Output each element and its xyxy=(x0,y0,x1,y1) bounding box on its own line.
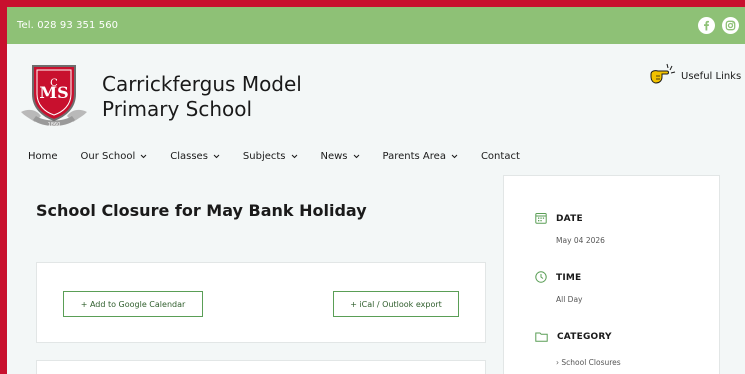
add-to-google-calendar-button[interactable]: + Add to Google Calendar xyxy=(63,291,203,317)
nav-item-contact[interactable]: Contact xyxy=(481,151,520,162)
category-label: CATEGORY xyxy=(557,331,612,342)
category-link-school-closures[interactable]: › School Closures xyxy=(556,358,621,367)
school-name[interactable]: Carrickfergus Model Primary School xyxy=(102,72,302,122)
main-navigation: Home Our School Classes Subjects News Pa… xyxy=(28,149,543,163)
nav-item-classes[interactable]: Classes xyxy=(170,151,220,162)
school-crest-logo[interactable]: 1860 MS C xyxy=(17,60,91,130)
instagram-icon[interactable] xyxy=(722,17,739,34)
page-frame-left xyxy=(0,0,7,374)
time-value: All Day xyxy=(556,295,583,304)
clock-icon xyxy=(535,268,547,287)
nav-item-subjects[interactable]: Subjects xyxy=(243,151,298,162)
phone-number[interactable]: Tel. 028 93 351 560 xyxy=(17,20,118,31)
nav-item-news[interactable]: News xyxy=(321,151,360,162)
nav-label: Contact xyxy=(480,150,520,162)
calendar-icon xyxy=(535,209,547,228)
chevron-down-icon xyxy=(353,151,360,162)
nav-label: Classes xyxy=(170,150,208,162)
calendar-export-panel: + Add to Google Calendar + iCal / Outloo… xyxy=(36,262,486,343)
category-heading: CATEGORY xyxy=(535,327,612,346)
chevron-down-icon xyxy=(291,151,298,162)
date-heading: DATE xyxy=(535,209,583,228)
nav-label: Our School xyxy=(80,150,136,162)
date-value: May 04 2026 xyxy=(556,236,605,245)
event-content-panel xyxy=(36,360,486,374)
svg-text:1860: 1860 xyxy=(48,122,61,128)
event-title: School Closure for May Bank Holiday xyxy=(36,201,367,220)
ical-outlook-export-button[interactable]: + iCal / Outlook export xyxy=(333,291,459,317)
useful-links-label: Useful Links xyxy=(681,70,742,82)
chevron-down-icon xyxy=(140,151,147,162)
useful-links-button[interactable]: Useful Links xyxy=(647,62,741,90)
nav-item-parents-area[interactable]: Parents Area xyxy=(383,151,458,162)
nav-label: News xyxy=(320,150,348,162)
page-frame-top xyxy=(0,0,745,7)
school-name-line2: Primary School xyxy=(102,97,253,121)
pointing-hand-icon xyxy=(647,62,677,90)
facebook-icon[interactable] xyxy=(698,17,715,34)
nav-item-home[interactable]: Home xyxy=(28,151,58,162)
school-name-line1: Carrickfergus Model xyxy=(102,72,302,96)
event-details-sidebar: DATE May 04 2026 TIME All Day CATEGORY ›… xyxy=(503,175,720,374)
site-header: 1860 MS C Carrickfergus Model Primary Sc… xyxy=(7,44,745,184)
nav-label: Parents Area xyxy=(382,150,446,162)
nav-label: Subjects xyxy=(242,150,286,162)
chevron-down-icon xyxy=(213,151,220,162)
chevron-down-icon xyxy=(451,151,458,162)
nav-label: Home xyxy=(28,150,58,162)
svg-text:C: C xyxy=(50,78,58,89)
top-bar: Tel. 028 93 351 560 xyxy=(7,7,745,44)
time-heading: TIME xyxy=(535,268,581,287)
folder-icon xyxy=(535,327,548,346)
nav-item-our-school[interactable]: Our School xyxy=(81,151,148,162)
time-label: TIME xyxy=(556,272,582,283)
date-label: DATE xyxy=(556,213,583,224)
